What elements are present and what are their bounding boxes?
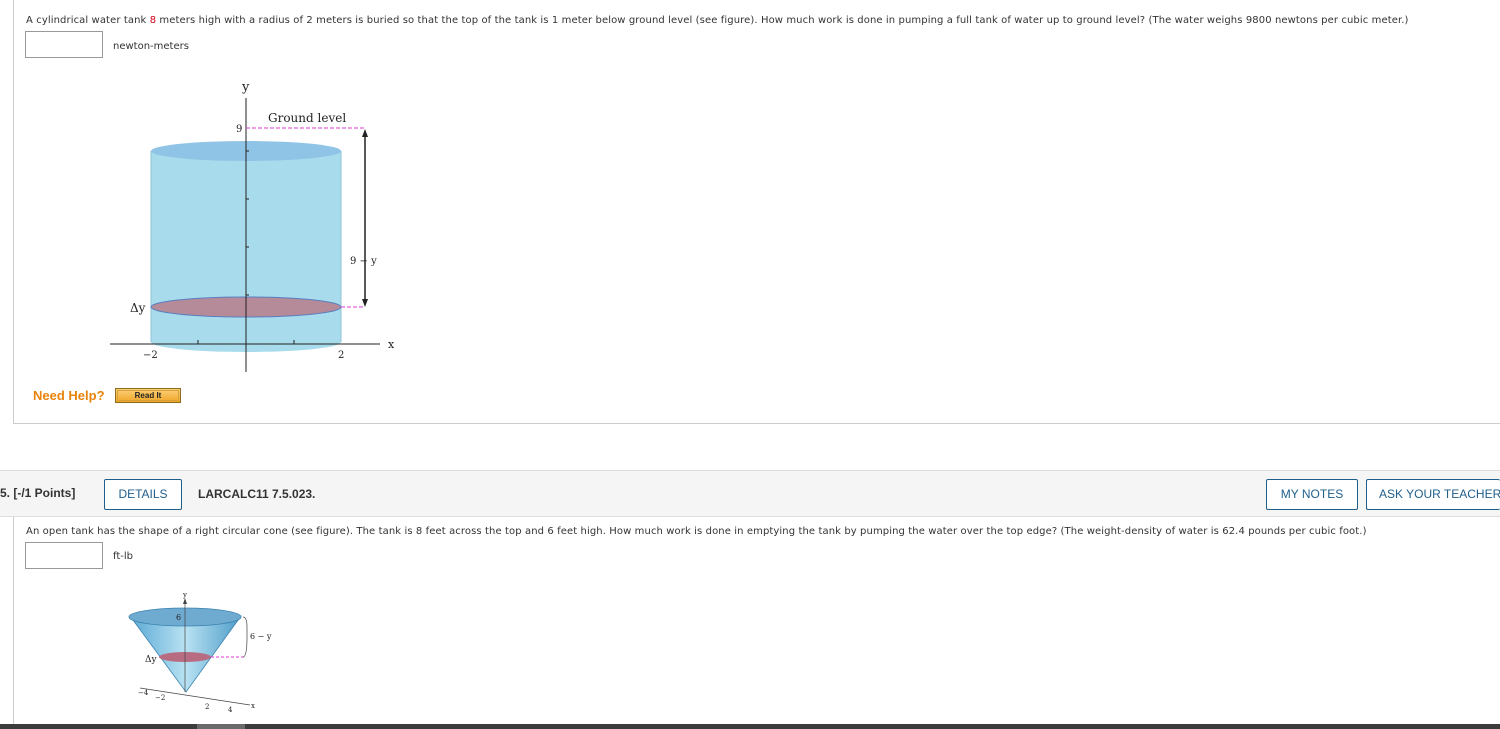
- cone-tank-figure: y 6 6 − y Δy −4 −2 2 4 x: [128, 591, 272, 714]
- cone-delta-y-label: Δy: [145, 655, 157, 665]
- cone-tick-4-label: 4: [228, 706, 233, 714]
- cone-x-label: x: [251, 702, 255, 710]
- cone-distance-brace: [242, 616, 248, 658]
- cone-tick-neg2-label: −2: [155, 694, 165, 702]
- cone-distance-label: 6 − y: [250, 632, 272, 641]
- cone-tick-neg4-label: −4: [138, 689, 149, 697]
- scrollbar-thumb[interactable]: [197, 724, 245, 729]
- cone-tick-2-label: 2: [205, 703, 209, 711]
- cone-tick-6-label: 6: [176, 613, 181, 622]
- cone-y-label: y: [182, 591, 187, 599]
